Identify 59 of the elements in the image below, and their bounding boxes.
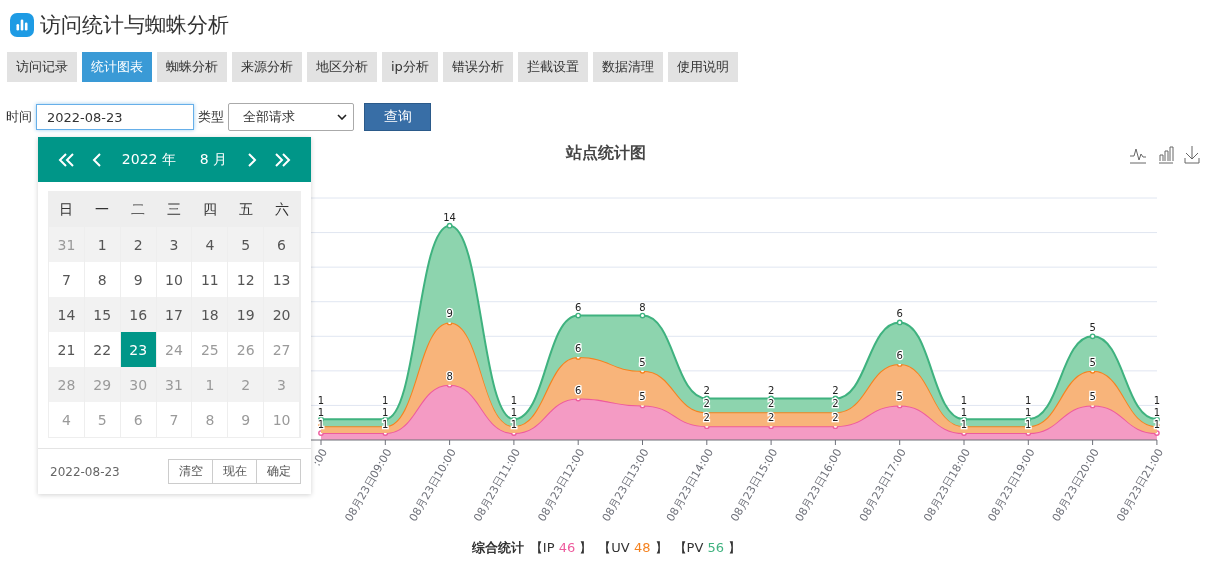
- data-label: 1: [317, 419, 325, 431]
- data-label: 2: [703, 384, 710, 396]
- data-label: 2: [703, 398, 710, 410]
- data-label: 5: [1089, 391, 1096, 403]
- data-label: 1: [1025, 407, 1032, 419]
- axis-label: :00: [310, 446, 331, 469]
- time-label: 时间: [6, 108, 32, 126]
- data-label: 5: [1089, 356, 1096, 368]
- weekday-label: 六: [264, 192, 300, 227]
- data-label: 2: [767, 384, 775, 396]
- weekday-label: 三: [156, 192, 193, 227]
- data-label: 2: [832, 412, 839, 424]
- data-label: 2: [767, 412, 775, 424]
- data-label: 1: [317, 395, 325, 407]
- legend-item: 【IP 46 】: [529, 539, 593, 557]
- legend-title: 综合统计: [471, 539, 524, 557]
- data-label: 2: [832, 384, 839, 396]
- data-label: 8: [446, 370, 453, 382]
- data-label: 8: [639, 301, 646, 313]
- data-label: 6: [896, 308, 903, 320]
- data-label: 6: [575, 301, 582, 313]
- data-label: 9: [446, 308, 453, 320]
- legend-item: 【UV 48 】: [598, 539, 668, 557]
- data-label: 1: [1025, 419, 1032, 431]
- weekday-label: 五: [228, 192, 265, 227]
- weekday-label: 四: [192, 192, 229, 227]
- data-label: 14: [443, 211, 456, 223]
- data-label: 5: [639, 356, 646, 368]
- data-label: 5: [896, 391, 903, 403]
- data-label: 1: [1153, 395, 1161, 407]
- data-label: 6: [575, 384, 582, 396]
- weekday-label: 一: [84, 192, 121, 227]
- legend-item: 【PV 56 】: [673, 539, 742, 557]
- chart-title: 站点统计图: [566, 143, 646, 162]
- data-label: 1: [960, 395, 968, 407]
- data-label: 5: [1089, 322, 1096, 334]
- data-label: 1: [382, 419, 389, 431]
- selected-date: 2022-08-23: [50, 464, 120, 479]
- data-label: 6: [575, 343, 582, 355]
- data-label: 1: [510, 395, 518, 407]
- data-label: 1: [510, 407, 518, 419]
- page-title: 访问统计与蜘蛛分析: [40, 12, 229, 39]
- data-label: 1: [317, 407, 325, 419]
- data-label: 1: [1025, 395, 1032, 407]
- data-label: 6: [896, 349, 903, 361]
- weekday-label: 日: [49, 192, 85, 227]
- data-label: 2: [767, 398, 775, 410]
- data-label: 1: [960, 419, 968, 431]
- data-label: 1: [1153, 419, 1161, 431]
- weekday-label: 二: [120, 192, 157, 227]
- data-label: 1: [382, 407, 389, 419]
- data-label: 5: [639, 391, 646, 403]
- data-label: 2: [832, 398, 839, 410]
- data-label: 1: [960, 407, 968, 419]
- data-label: 2: [703, 412, 710, 424]
- type-label: 类型: [198, 108, 224, 126]
- data-label: 1: [382, 395, 389, 407]
- data-label: 1: [1153, 407, 1161, 419]
- data-label: 1: [510, 419, 518, 431]
